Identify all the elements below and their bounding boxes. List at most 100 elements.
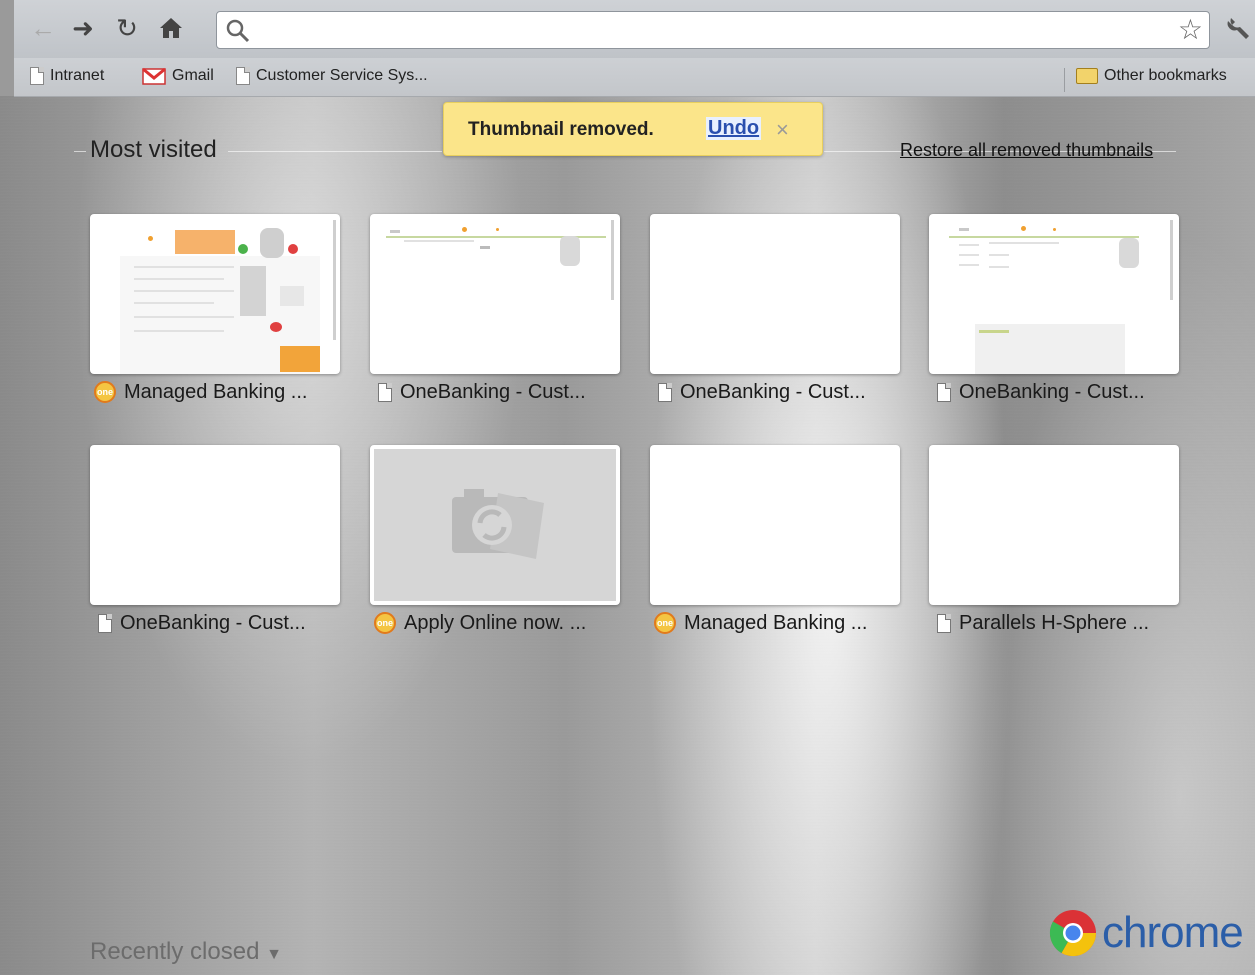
preview-orange-box (280, 346, 320, 372)
back-icon[interactable]: ← (26, 10, 60, 46)
recently-closed-label: Recently closed (90, 938, 260, 965)
thumbnail-tile-2[interactable] (370, 214, 620, 374)
thumbnail-tile-3[interactable] (650, 214, 900, 374)
chevron-down-icon: ▼ (266, 946, 282, 963)
gmail-icon (142, 67, 166, 85)
search-icon (226, 19, 250, 43)
bookmark-label: Customer Service Sys... (256, 67, 428, 84)
page-preview (120, 226, 320, 374)
preview-button (480, 246, 490, 249)
preview-logo (390, 230, 400, 233)
forward-icon[interactable]: ➜ (66, 10, 100, 46)
omnibox[interactable]: ☆ (216, 11, 1210, 49)
tile-title: Managed Banking ... (124, 380, 308, 403)
title-rule-right (228, 151, 442, 152)
page-icon (937, 613, 951, 633)
preview-red-dot (288, 244, 298, 254)
preview-line (134, 290, 234, 292)
home-icon[interactable] (154, 10, 188, 46)
tile-title: OneBanking - Cust... (400, 380, 586, 403)
thumbnail-tile-1[interactable] (90, 214, 340, 374)
preview-logo (148, 236, 153, 241)
preview-figure (260, 228, 284, 258)
page-icon (30, 67, 44, 85)
recently-closed-menu[interactable]: Recently closed ▼ (90, 938, 282, 966)
preview-line (404, 240, 474, 242)
tile-title: OneBanking - Cust... (959, 380, 1145, 403)
onebanking-icon: one (654, 612, 676, 634)
tile-label-6[interactable]: one Apply Online now. ... (374, 610, 634, 636)
onebanking-icon: one (94, 381, 116, 403)
thumbnail-tile-8[interactable] (929, 445, 1179, 605)
bookmark-customer-service[interactable]: Customer Service Sys... (236, 64, 428, 88)
reload-icon[interactable]: ↻ (110, 10, 144, 46)
tile-title: Managed Banking ... (684, 611, 868, 634)
preview-figure (560, 236, 580, 266)
preview-dot (496, 228, 499, 231)
star-icon[interactable]: ☆ (1178, 15, 1203, 45)
tile-title: OneBanking - Cust... (120, 611, 306, 634)
preview-line (959, 244, 979, 246)
preview-banner (175, 230, 235, 254)
tile-title: Parallels H-Sphere ... (959, 611, 1150, 634)
tile-label-4[interactable]: OneBanking - Cust... (937, 379, 1197, 405)
bookmark-label: Gmail (172, 67, 214, 84)
preview-scrollbar (333, 220, 336, 340)
tile-title: OneBanking - Cust... (680, 380, 866, 403)
page-icon (937, 382, 951, 402)
preview-figure (1119, 238, 1139, 268)
tile-title: Apply Online now. ... (404, 611, 587, 634)
other-bookmarks[interactable]: Other bookmarks (1076, 64, 1227, 88)
bookmark-separator (1064, 68, 1065, 92)
preview-button (979, 330, 1009, 333)
browser-toolbar: ← ➜ ↻ ☆ (14, 0, 1255, 58)
wrench-icon[interactable] (1221, 10, 1255, 46)
thumbnail-tile-5[interactable] (90, 445, 340, 605)
notification-message: Thumbnail removed. (468, 119, 654, 140)
other-bookmarks-label: Other bookmarks (1104, 67, 1227, 84)
most-visited-title: Most visited (90, 136, 217, 163)
restore-thumbnails-link[interactable]: Restore all removed thumbnails (900, 140, 1153, 161)
preview-box (280, 286, 304, 306)
tile-label-5[interactable]: OneBanking - Cust... (98, 610, 358, 636)
preview-line (959, 254, 979, 256)
preview-dot (462, 227, 467, 232)
tile-label-2[interactable]: OneBanking - Cust... (378, 379, 638, 405)
page-icon (378, 382, 392, 402)
tile-label-8[interactable]: Parallels H-Sphere ... (937, 610, 1197, 636)
chrome-brand-text: chrome (1102, 908, 1244, 957)
title-rule-left (74, 151, 86, 152)
preview-figure-2 (240, 266, 266, 316)
preview-scrollbar (1170, 220, 1173, 300)
preview-line (134, 330, 224, 332)
preview-line (134, 316, 234, 318)
preview-dot (1021, 226, 1026, 231)
preview-line (989, 242, 1059, 244)
chrome-logo-icon (1049, 910, 1097, 957)
page-icon (236, 67, 250, 85)
bookmark-label: Intranet (50, 67, 105, 84)
thumbnail-tile-7[interactable] (650, 445, 900, 605)
preview-scrollbar (611, 220, 614, 300)
folder-icon (1076, 68, 1098, 84)
bookmark-bar: Intranet Gmail Customer Service Sys... O… (14, 58, 1255, 97)
preview-line (134, 278, 224, 280)
thumbnail-tile-6[interactable] (370, 445, 620, 605)
preview-green-dot (238, 244, 248, 254)
tile-label-3[interactable]: OneBanking - Cust... (658, 379, 918, 405)
preview-nav-line (949, 236, 1139, 238)
preview-logo (959, 228, 969, 231)
preview-dot (1053, 228, 1056, 231)
bookmark-intranet[interactable]: Intranet (30, 64, 104, 88)
tile-label-1[interactable]: one Managed Banking ... (94, 379, 354, 405)
thumbnail-tile-4[interactable] (929, 214, 1179, 374)
preview-red-dot (270, 322, 282, 332)
undo-link[interactable]: Undo (706, 117, 762, 140)
preview-line (959, 264, 979, 266)
tile-label-7[interactable]: one Managed Banking ... (654, 610, 914, 636)
bookmark-gmail[interactable]: Gmail (142, 64, 214, 88)
preview-line (134, 266, 234, 268)
onebanking-icon: one (374, 612, 396, 634)
close-icon[interactable]: × (776, 117, 789, 143)
page-icon (658, 382, 672, 402)
